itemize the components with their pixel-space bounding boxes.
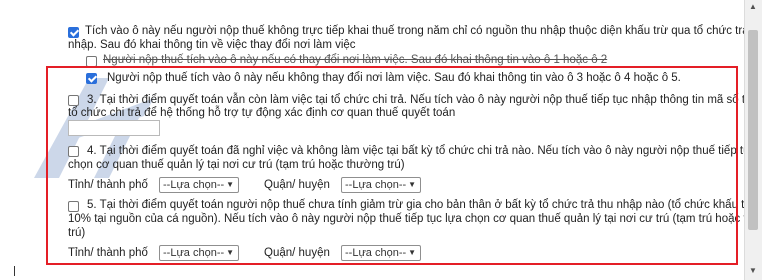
top-option-text-line1: Tích vào ô này nếu người nộp thuế không … xyxy=(85,25,762,37)
change-workplace-text: Người nộp thuế tích vào ô này nếu có tha… xyxy=(103,54,608,66)
tax-settlement-form: Tích vào ô này nếu người nộp thuế không … xyxy=(0,0,762,280)
option3-text-line2: tổ chức chi trả để hệ thống hỗ trợ tự độ… xyxy=(68,107,456,119)
option5-province-label: Tỉnh/ thành phố xyxy=(68,247,148,259)
option5-district-value: --Lựa chọn-- xyxy=(345,247,407,259)
tax-id-input[interactable] xyxy=(68,120,160,136)
chevron-down-icon: ▼ xyxy=(408,180,416,189)
no-change-workplace-checkbox[interactable] xyxy=(86,73,97,84)
chevron-down-icon: ▼ xyxy=(226,248,234,257)
option4-district-value: --Lựa chọn-- xyxy=(345,179,407,191)
option4-text-line2: chọn cơ quan thuế quản lý tại nơi cư trú… xyxy=(68,159,405,171)
option4-text-line1: 4. Tại thời điểm quyết toán đã nghỉ việc… xyxy=(87,145,762,157)
option5-province-select[interactable]: --Lựa chọn-- ▼ xyxy=(159,245,239,261)
option5-district-select[interactable]: --Lựa chọn-- ▼ xyxy=(341,245,421,261)
option5-text-line1: 5. Tại thời điểm quyết toán người nộp th… xyxy=(87,199,762,211)
option5-text-line3: trú) xyxy=(68,227,86,239)
option4-province-value: --Lựa chọn-- xyxy=(163,179,225,191)
chevron-down-icon: ▼ xyxy=(226,180,234,189)
option4-district-label: Quận/ huyện xyxy=(264,179,330,191)
option4-province-select[interactable]: --Lựa chọn-- ▼ xyxy=(159,177,239,193)
chevron-down-icon: ▼ xyxy=(408,248,416,257)
option4-district-select[interactable]: --Lựa chọn-- ▼ xyxy=(341,177,421,193)
scroll-down-icon[interactable]: ▼ xyxy=(748,266,758,276)
option5-text-line2: 10% tại nguồn của cá nguồn). Nếu tích và… xyxy=(68,213,762,225)
no-change-workplace-text: Người nộp thuế tích vào ô này nếu không … xyxy=(107,72,681,84)
text-cursor xyxy=(14,266,15,276)
scrollbar-thumb[interactable] xyxy=(748,30,758,230)
option5-checkbox[interactable] xyxy=(68,201,79,212)
change-workplace-checkbox[interactable] xyxy=(86,56,97,67)
option5-province-value: --Lựa chọn-- xyxy=(163,247,225,259)
top-option-checkbox[interactable] xyxy=(68,27,79,38)
option4-province-label: Tỉnh/ thành phố xyxy=(68,179,148,191)
top-option-text-line2: nhập. Sau đó khai thông tin về việc thay… xyxy=(68,39,356,51)
option3-checkbox[interactable] xyxy=(68,95,79,106)
option5-district-label: Quận/ huyện xyxy=(264,247,330,259)
option4-checkbox[interactable] xyxy=(68,146,79,157)
scroll-up-icon[interactable]: ▲ xyxy=(748,2,758,12)
